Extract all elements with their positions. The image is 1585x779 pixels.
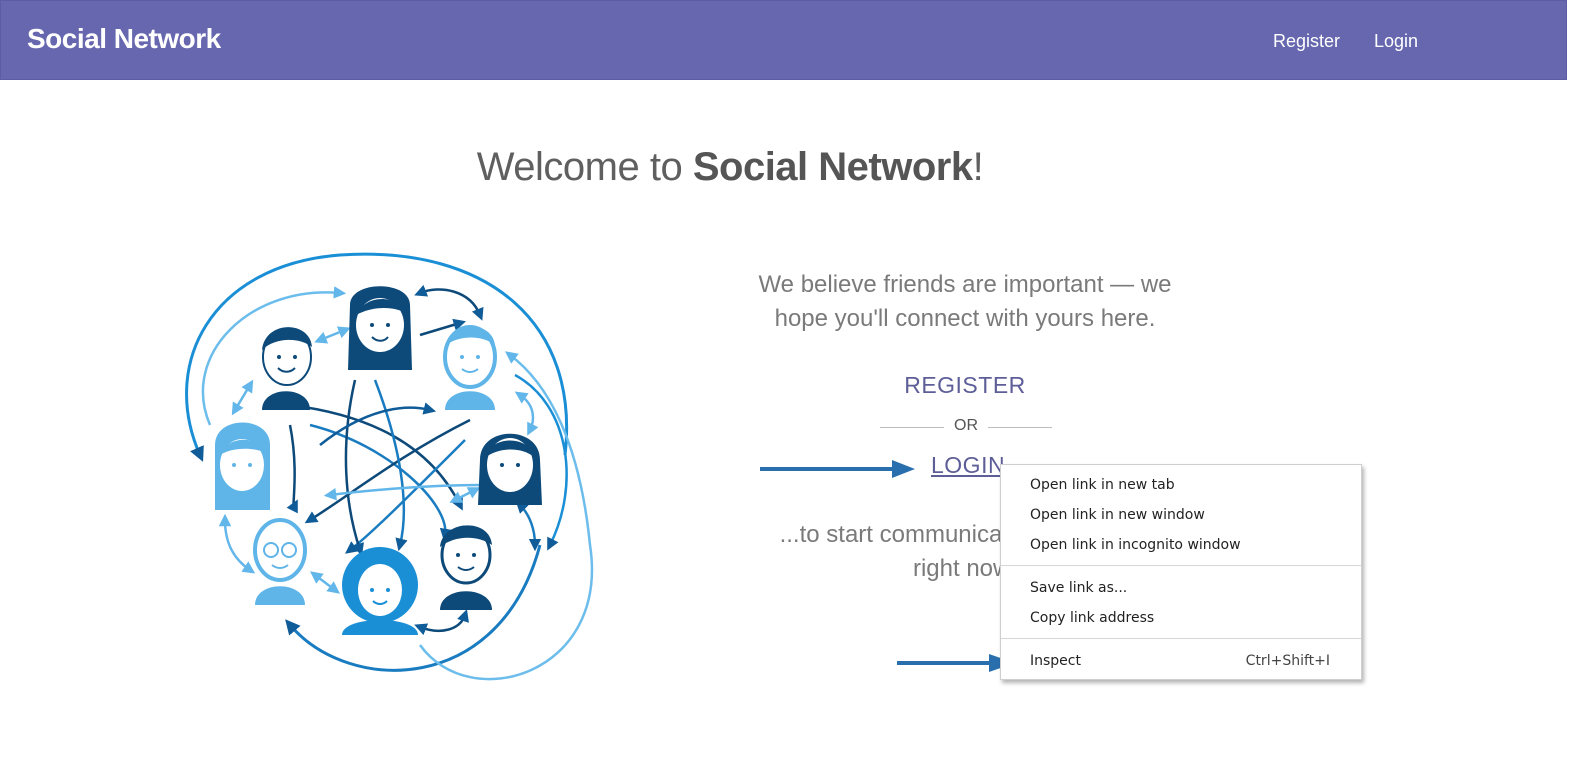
person-avatar bbox=[348, 286, 412, 370]
menu-item-inspect-shortcut: Ctrl+Shift+I bbox=[1245, 653, 1330, 669]
nav-login-link[interactable]: Login bbox=[1374, 31, 1418, 52]
or-divider: OR bbox=[880, 415, 1052, 439]
social-network-illustration bbox=[185, 252, 594, 681]
page-title-suffix: ! bbox=[972, 145, 984, 189]
register-link[interactable]: REGISTER bbox=[865, 372, 1065, 399]
brand-logo[interactable]: Social Network bbox=[27, 23, 221, 55]
person-avatar bbox=[440, 525, 492, 610]
menu-item-inspect-label: Inspect bbox=[1030, 653, 1081, 669]
person-avatar bbox=[262, 327, 312, 410]
menu-item-inspect[interactable]: Inspect Ctrl+Shift+I bbox=[1030, 650, 1350, 672]
annotation-arrow-login bbox=[760, 460, 915, 478]
menu-item-open-new-tab[interactable]: Open link in new tab bbox=[1030, 474, 1350, 496]
person-avatar bbox=[342, 547, 418, 635]
page-title-brand: Social Network bbox=[692, 145, 973, 189]
menu-item-save-link-as[interactable]: Save link as... bbox=[1030, 577, 1350, 599]
menu-item-copy-link-address[interactable]: Copy link address bbox=[1030, 607, 1350, 629]
context-menu: Open link in new tab Open link in new wi… bbox=[1000, 464, 1362, 680]
page-title-prefix: Welcome to bbox=[476, 145, 693, 189]
navbar: Social Network Register Login bbox=[0, 0, 1567, 80]
menu-separator bbox=[1001, 638, 1361, 639]
divider-line bbox=[988, 427, 1052, 428]
person-avatar bbox=[215, 422, 270, 510]
tagline-text: We believe friends are important — we ho… bbox=[758, 271, 1172, 332]
or-text: OR bbox=[954, 417, 978, 434]
nav-register-link[interactable]: Register bbox=[1273, 31, 1340, 52]
person-avatar bbox=[253, 518, 307, 605]
menu-item-open-new-window[interactable]: Open link in new window bbox=[1030, 504, 1350, 526]
menu-separator bbox=[1001, 565, 1361, 566]
person-avatar bbox=[478, 433, 542, 505]
menu-item-open-incognito[interactable]: Open link in incognito window bbox=[1030, 534, 1350, 556]
login-link[interactable]: LOGIN bbox=[931, 452, 1005, 479]
page-title: Welcome to Social Network! bbox=[0, 145, 1460, 190]
person-avatar bbox=[443, 325, 497, 410]
